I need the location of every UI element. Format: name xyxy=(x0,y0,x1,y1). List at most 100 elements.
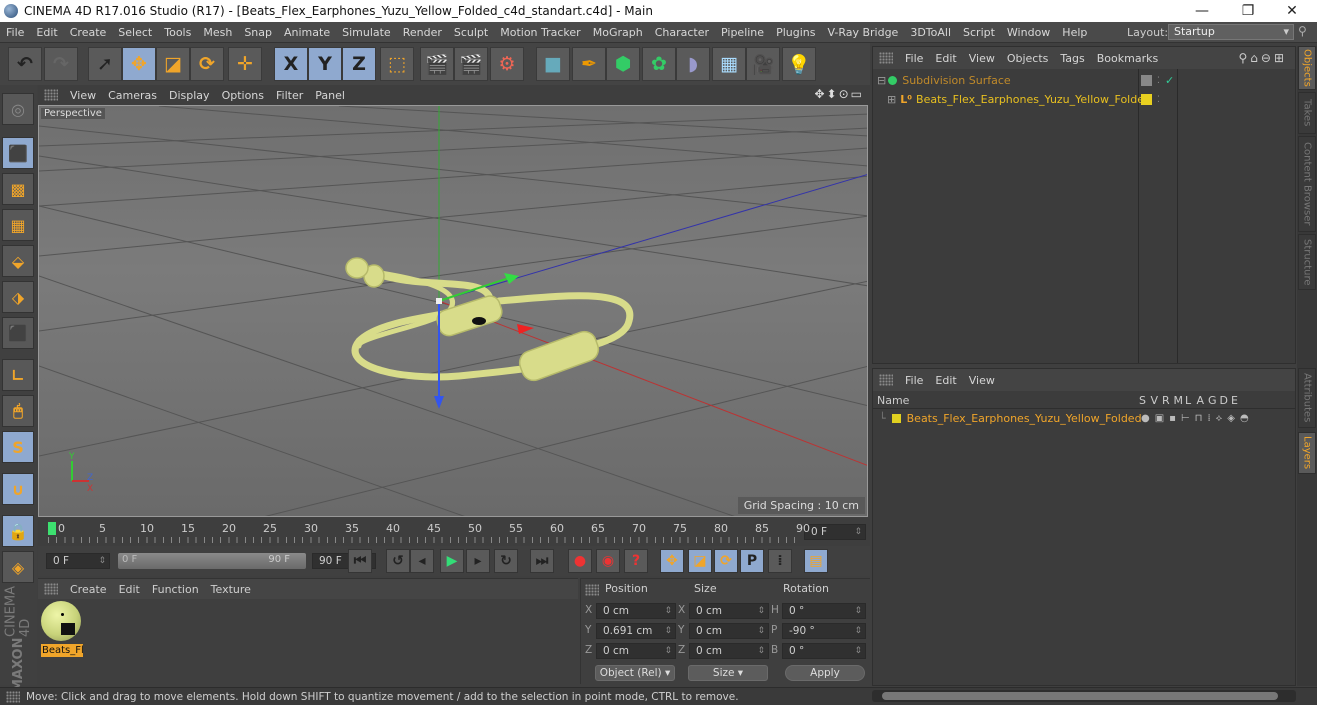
z-axis-button[interactable]: Z xyxy=(342,47,376,81)
axis-mode-button[interactable]: ∟ xyxy=(2,359,34,391)
frame-range-slider[interactable]: 0 F 90 F xyxy=(118,553,306,569)
timeline-ruler[interactable]: 0 F 0 5 10 15 20 25 30 35 40 45 50 55 60 65 70 75 80 85 90 xyxy=(38,518,870,546)
move-button[interactable]: ✥ xyxy=(122,47,156,81)
layer-column-m[interactable]: M xyxy=(1174,394,1184,407)
position-z-field[interactable]: 0 cm xyxy=(596,643,676,659)
menu-mesh[interactable]: Mesh xyxy=(197,26,238,39)
autokey-button[interactable]: ◉ xyxy=(596,549,620,573)
gizmo-center[interactable] xyxy=(436,298,442,304)
menu-mograph[interactable]: MoGraph xyxy=(587,26,649,39)
viewport-menu-display[interactable]: Display xyxy=(163,89,216,102)
size-z-field[interactable]: 0 cm xyxy=(689,643,769,659)
panel-grip-icon[interactable] xyxy=(44,89,58,101)
render-picture-viewer-button[interactable]: 🎬 xyxy=(454,47,488,81)
enabled-check-icon[interactable]: ✓ xyxy=(1165,74,1174,87)
y-axis-button[interactable]: Y xyxy=(308,47,342,81)
side-tab-content-browser[interactable]: Content Browser xyxy=(1298,136,1316,232)
render-view-button[interactable]: 🎬 xyxy=(420,47,454,81)
position-y-field[interactable]: 0.691 cm xyxy=(596,623,676,639)
rotation-b-field[interactable]: 0 ° xyxy=(782,643,866,659)
current-frame-field[interactable]: 0 F xyxy=(804,524,866,540)
viewport-navigation-icons[interactable]: ✥⬍⊙▭ xyxy=(814,87,864,101)
menu-help[interactable]: Help xyxy=(1056,26,1093,39)
layer-column-r[interactable]: R xyxy=(1162,394,1170,407)
key-scale-button[interactable]: ◪ xyxy=(688,549,712,573)
make-editable-button[interactable]: ◎ xyxy=(2,93,34,125)
objects-menu-view[interactable]: View xyxy=(963,52,1001,65)
layout-dropdown[interactable]: Startup xyxy=(1168,24,1294,40)
layers-menu-view[interactable]: View xyxy=(963,374,1001,387)
expand-icon[interactable]: ⊞ xyxy=(887,93,896,106)
material-menu-function[interactable]: Function xyxy=(146,583,205,596)
next-frame-button[interactable]: ▸ xyxy=(466,549,490,573)
subdivision-button[interactable]: ⬢ xyxy=(606,47,640,81)
tweak-mode-button[interactable]: 🖱 xyxy=(2,395,34,427)
menu-animate[interactable]: Animate xyxy=(278,26,336,39)
layer-color-icon[interactable] xyxy=(891,414,901,423)
timeline-playhead[interactable] xyxy=(48,522,56,535)
menu-pipeline[interactable]: Pipeline xyxy=(715,26,770,39)
viewport-menu-cameras[interactable]: Cameras xyxy=(102,89,163,102)
layer-column-name[interactable]: Name xyxy=(877,394,909,407)
menu-create[interactable]: Create xyxy=(64,26,113,39)
objects-menu-bookmarks[interactable]: Bookmarks xyxy=(1091,52,1164,65)
side-tab-structure[interactable]: Structure xyxy=(1298,234,1316,290)
menu-motion-tracker[interactable]: Motion Tracker xyxy=(494,26,586,39)
size-x-field[interactable]: 0 cm xyxy=(689,603,769,619)
layer-column-l[interactable]: L xyxy=(1185,394,1191,407)
size-mode-dropdown[interactable]: Size ▾ xyxy=(688,665,768,681)
object-name[interactable]: Subdivision Surface xyxy=(902,74,1010,87)
viewport-menu-view[interactable]: View xyxy=(64,89,102,102)
side-tab-attributes[interactable]: Attributes xyxy=(1298,368,1316,428)
pen-button[interactable]: ✒ xyxy=(572,47,606,81)
previous-frame-button[interactable]: ◂ xyxy=(410,549,434,573)
next-key-button[interactable]: ↻ xyxy=(494,549,518,573)
panel-grip-icon[interactable] xyxy=(44,583,58,595)
objects-menu-tags[interactable]: Tags xyxy=(1054,52,1090,65)
minimize-button[interactable]: — xyxy=(1180,0,1224,22)
layer-column-v[interactable]: V xyxy=(1151,394,1159,407)
polygons-mode-button[interactable]: ⬛ xyxy=(2,317,34,349)
material-menu-edit[interactable]: Edit xyxy=(113,583,146,596)
edges-mode-button[interactable]: ⬗ xyxy=(2,281,34,313)
menu-plugins[interactable]: Plugins xyxy=(770,26,821,39)
redo-button[interactable]: ↷ xyxy=(44,47,78,81)
search-icon[interactable]: ⚲ xyxy=(1298,24,1307,38)
layer-name[interactable]: Beats_Flex_Earphones_Yuzu_Yellow_Folded xyxy=(907,412,1142,425)
layer-color-icon[interactable] xyxy=(1141,94,1152,105)
snap-button[interactable]: ∪ xyxy=(2,473,34,505)
objects-menu-edit[interactable]: Edit xyxy=(929,52,962,65)
viewport-menu-panel[interactable]: Panel xyxy=(309,89,351,102)
light-button[interactable]: 💡 xyxy=(782,47,816,81)
object-name[interactable]: Beats_Flex_Earphones_Yuzu_Yellow_Folded xyxy=(916,93,1151,106)
menu-select[interactable]: Select xyxy=(112,26,158,39)
menu-window[interactable]: Window xyxy=(1001,26,1056,39)
floor-button[interactable]: ▦ xyxy=(712,47,746,81)
layer-column-d[interactable]: D xyxy=(1220,394,1228,407)
side-tab-objects[interactable]: Objects xyxy=(1298,46,1316,90)
go-to-start-button[interactable]: ⏮ xyxy=(348,549,372,573)
record-button[interactable]: ● xyxy=(568,549,592,573)
mograph-cloner-button[interactable]: ✿ xyxy=(642,47,676,81)
layer-column-g[interactable]: G xyxy=(1208,394,1217,407)
layers-menu-file[interactable]: File xyxy=(899,374,929,387)
rotation-p-field[interactable]: -90 ° xyxy=(782,623,866,639)
x-axis-button[interactable]: X xyxy=(274,47,308,81)
live-selection-button[interactable]: ➚ xyxy=(88,47,122,81)
gizmo-x-arrow[interactable] xyxy=(517,324,534,334)
apply-button[interactable]: Apply xyxy=(785,665,865,681)
menu-simulate[interactable]: Simulate xyxy=(336,26,397,39)
collapse-icon[interactable]: ⊟ xyxy=(877,74,886,87)
undo-button[interactable]: ↶ xyxy=(8,47,42,81)
points-mode-button[interactable]: ⬙ xyxy=(2,245,34,277)
menu-file[interactable]: File xyxy=(0,26,30,39)
side-tab-takes[interactable]: Takes xyxy=(1298,92,1316,134)
key-rotation-button[interactable]: ⟳ xyxy=(714,549,738,573)
menu-edit[interactable]: Edit xyxy=(30,26,63,39)
workplane-lock-button[interactable]: 🔒 xyxy=(2,515,34,547)
earphones-model[interactable] xyxy=(345,257,634,384)
key-pla-button[interactable]: ⁞ xyxy=(768,549,792,573)
keyframe-selection-button[interactable]: ? xyxy=(624,549,648,573)
side-tab-layers[interactable]: Layers xyxy=(1298,432,1316,474)
menu-script[interactable]: Script xyxy=(957,26,1001,39)
